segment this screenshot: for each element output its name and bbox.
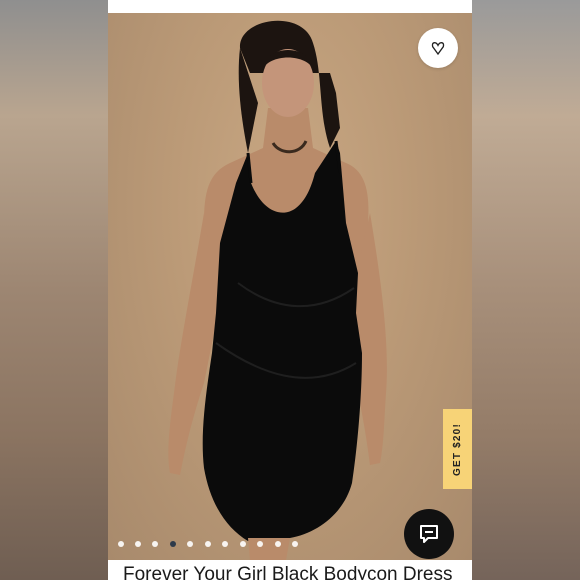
carousel-dot[interactable] <box>292 541 298 547</box>
blurred-background-left <box>0 0 108 580</box>
carousel-dot[interactable] <box>152 541 158 547</box>
carousel-dot-active[interactable] <box>170 541 176 547</box>
promo-tab[interactable]: GET $20! <box>443 409 472 489</box>
favorite-button[interactable] <box>418 28 458 68</box>
carousel-dot[interactable] <box>135 541 141 547</box>
product-title-bar: Forever Your Girl Black Bodycon Dress <box>108 560 472 580</box>
carousel-dot[interactable] <box>275 541 281 547</box>
carousel-dot[interactable] <box>187 541 193 547</box>
chat-button[interactable] <box>404 509 454 559</box>
promo-label: GET $20! <box>452 422 464 476</box>
carousel-dot[interactable] <box>205 541 211 547</box>
heart-outline-icon <box>431 41 445 56</box>
product-screen: GET $20! Forever Your Girl Black Bodycon… <box>108 0 472 580</box>
model-illustration <box>168 20 387 560</box>
carousel-dot[interactable] <box>222 541 228 547</box>
product-title: Forever Your Girl Black Bodycon Dress <box>123 564 453 580</box>
carousel-dot[interactable] <box>257 541 263 547</box>
carousel-dot[interactable] <box>118 541 124 547</box>
carousel-dots <box>108 541 472 551</box>
carousel-dot[interactable] <box>240 541 246 547</box>
blurred-background-right <box>472 0 580 580</box>
product-photo[interactable]: GET $20! <box>108 13 472 560</box>
